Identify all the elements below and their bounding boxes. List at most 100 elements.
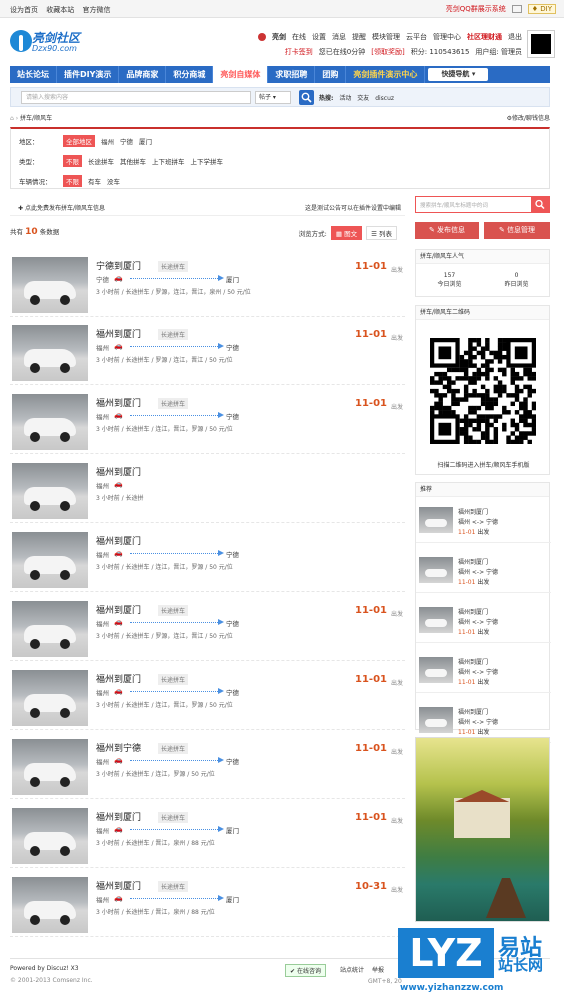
listing-item[interactable]: 福州到厦门 长途拼车 福州 🚗 宁德 3 小时前 / 长途拼车 / 罗源 / 连江，晋江 …: [10, 325, 405, 385]
sidebar-search-button[interactable]: [531, 197, 549, 212]
listing-title[interactable]: 福州到厦门: [96, 465, 141, 478]
recommend-thumbnail[interactable]: [419, 707, 453, 733]
publish-button[interactable]: ✎ 发布信息: [415, 222, 479, 239]
listing-title[interactable]: 福州到厦门: [96, 396, 141, 409]
filter-region-option[interactable]: 宁德: [120, 136, 133, 146]
recommend-item[interactable]: 福州到厦门 福州 <-> 宁德 11-01 出发: [416, 653, 551, 693]
report-link[interactable]: 举报: [372, 965, 384, 974]
hot-search-item[interactable]: discuz: [375, 95, 394, 102]
user-group[interactable]: 用户组: 管理员: [475, 47, 522, 57]
recommend-title[interactable]: 福州到厦门: [458, 707, 488, 716]
recommend-thumbnail[interactable]: [419, 607, 453, 633]
recommend-thumbnail[interactable]: [419, 557, 453, 583]
user-link-admin[interactable]: 管理中心: [433, 32, 461, 42]
hot-search-item[interactable]: 交友: [357, 95, 369, 102]
listing-item[interactable]: 福州到厦门 福州 🚗 宁德 3 小时前 / 长途拼车 / 连江，晋江，罗源 / 50 元…: [10, 532, 405, 592]
recommend-title[interactable]: 福州到厦门: [458, 607, 488, 616]
recommend-thumbnail[interactable]: [419, 507, 453, 533]
car-thumbnail[interactable]: [12, 325, 88, 381]
filter-type-option[interactable]: 上下学拼车: [191, 156, 224, 166]
claim-reward-link[interactable]: [领取奖励]: [371, 47, 404, 57]
car-thumbnail[interactable]: [12, 601, 88, 657]
car-thumbnail[interactable]: [12, 877, 88, 933]
recommend-title[interactable]: 福州到厦门: [458, 557, 488, 566]
nav-item-plugin-demo[interactable]: 亮剑插件演示中心: [346, 66, 426, 83]
filter-type-option[interactable]: 其他拼车: [120, 156, 146, 166]
recommend-item[interactable]: 福州到厦门 福州 <-> 宁德 11-01 出发: [416, 553, 551, 593]
home-icon[interactable]: ⌂: [10, 115, 14, 122]
sidebar-search-input[interactable]: 搜索拼车/顺风车标题中的词: [420, 201, 488, 209]
filter-car-option[interactable]: 没车: [107, 176, 120, 186]
manage-button[interactable]: ✎ 信息管理: [484, 222, 550, 239]
filter-car-all[interactable]: 不限: [63, 175, 82, 187]
listing-title[interactable]: 福州到厦门: [96, 879, 141, 892]
listing-item[interactable]: 福州到厦门 长途拼车 福州 🚗 宁德 3 小时前 / 长途拼车 / 连江，晋江，罗源 / …: [10, 670, 405, 730]
filter-car-option[interactable]: 有车: [88, 176, 101, 186]
finance-link[interactable]: 社区理财通: [467, 32, 502, 42]
user-link-messages[interactable]: 消息: [332, 32, 346, 42]
nav-item-groupbuy[interactable]: 团购: [315, 66, 347, 83]
recommend-item[interactable]: 福州到厦门 福州 <-> 宁德 11-01 出发: [416, 503, 551, 543]
listing-title[interactable]: 福州到厦门: [96, 534, 141, 547]
hot-search-item[interactable]: 活动: [339, 95, 351, 102]
user-link-notices[interactable]: 提醒: [352, 32, 366, 42]
user-link-cloud[interactable]: 云平台: [406, 32, 427, 42]
listing-item[interactable]: 福州到厦门 长途拼车 福州 🚗 宁德 3 小时前 / 长途拼车 / 连江，晋江，罗源 / …: [10, 394, 405, 454]
listing-item[interactable]: 福州到厦门 长途拼车 福州 🚗 厦门 3 小时前 / 长途拼车 / 晋江，泉州 / 88 …: [10, 808, 405, 868]
listing-title[interactable]: 宁德到厦门: [96, 259, 141, 272]
free-post-link[interactable]: ✚ 点此免费发布拼车/顺风车信息: [18, 203, 105, 212]
car-thumbnail[interactable]: [12, 394, 88, 450]
username[interactable]: 亮剑: [272, 32, 286, 42]
wechat-link[interactable]: 官方微信: [82, 6, 110, 14]
recommend-thumbnail[interactable]: [419, 657, 453, 683]
car-thumbnail[interactable]: [12, 532, 88, 588]
view-image-button[interactable]: ▦ 图文: [330, 226, 363, 240]
car-thumbnail[interactable]: [12, 257, 88, 313]
user-link-modules[interactable]: 模块管理: [372, 32, 400, 42]
filter-type-all[interactable]: 不限: [63, 155, 82, 167]
listing-title[interactable]: 福州到厦门: [96, 327, 141, 340]
filter-type-option[interactable]: 长途拼车: [88, 156, 114, 166]
nav-item-points-mall[interactable]: 积分商城: [166, 66, 214, 83]
filter-region-all[interactable]: 全部地区: [63, 135, 95, 147]
filter-type-option[interactable]: 上下班拼车: [152, 156, 185, 166]
listing-title[interactable]: 福州到厦门: [96, 603, 141, 616]
diy-button[interactable]: ♦ DIY: [527, 4, 556, 14]
listing-title[interactable]: 福州到厦门: [96, 672, 141, 685]
bookmark-link[interactable]: 收藏本站: [46, 6, 74, 14]
listing-item[interactable]: 福州到厦门 长途拼车 福州 🚗 宁德 3 小时前 / 长途拼车 / 罗源，连江，晋江 / …: [10, 601, 405, 661]
quick-nav-button[interactable]: 快捷导航 ▾: [428, 68, 489, 81]
listing-item[interactable]: 福州到宁德 长途拼车 福州 🚗 宁德 3 小时前 / 长途拼车 / 连江，罗源 / 50 …: [10, 739, 405, 799]
search-button[interactable]: [299, 90, 314, 105]
listing-item[interactable]: 福州到厦门 福州 🚗 3 小时前 / 长途拼: [10, 463, 405, 523]
recommend-item[interactable]: 福州到厦门 福州 <-> 宁德 11-01 出发: [416, 603, 551, 643]
nav-item-diy-demo[interactable]: 插件DIY演示: [57, 66, 120, 83]
logout-link[interactable]: 退出: [508, 32, 522, 42]
set-homepage-link[interactable]: 设为首页: [10, 6, 38, 14]
recommend-title[interactable]: 福州到厦门: [458, 507, 488, 516]
avatar[interactable]: [258, 33, 266, 41]
listing-item[interactable]: 福州到厦门 长途拼车 福州 🚗 厦门 3 小时前 / 长途拼车 / 晋江，泉州 / 88 …: [10, 877, 405, 937]
ad-banner[interactable]: [415, 737, 550, 922]
edit-info-link[interactable]: ⚙修改/聊钱信息: [507, 113, 550, 122]
recommend-title[interactable]: 福州到厦门: [458, 657, 488, 666]
listing-item[interactable]: 宁德到厦门 长途拼车 宁德 🚗 厦门 3 小时前 / 长途拼车 / 罗源，连江，晋江，泉州…: [10, 257, 405, 317]
search-scope-select[interactable]: 帖子 ▾: [255, 91, 291, 104]
filter-region-option[interactable]: 福州: [101, 136, 114, 146]
view-list-button[interactable]: ☰ 列表: [366, 226, 397, 240]
sign-in-link[interactable]: 打卡签到: [285, 47, 313, 57]
car-thumbnail[interactable]: [12, 463, 88, 519]
site-stats-link[interactable]: 站点统计: [340, 965, 364, 974]
site-logo[interactable]: 亮剑社区 Dzx90.com: [10, 28, 86, 58]
breadcrumb-current[interactable]: 拼车/顺风车: [20, 115, 52, 122]
search-input[interactable]: 请输入搜索内容: [21, 91, 251, 104]
nav-item-forum[interactable]: 站长论坛: [10, 66, 57, 83]
nav-item-brands[interactable]: 品牌商家: [119, 66, 167, 83]
user-link-settings[interactable]: 设置: [312, 32, 326, 42]
listing-title[interactable]: 福州到厦门: [96, 810, 141, 823]
car-thumbnail[interactable]: [12, 670, 88, 726]
promo-link[interactable]: 亮剑QQ群展示系统: [446, 4, 506, 14]
online-help-button[interactable]: ✔ 在线咨询: [285, 964, 326, 977]
nav-item-media[interactable]: 亮剑自媒体: [213, 66, 269, 83]
nav-item-jobs[interactable]: 求职招聘: [268, 66, 316, 83]
